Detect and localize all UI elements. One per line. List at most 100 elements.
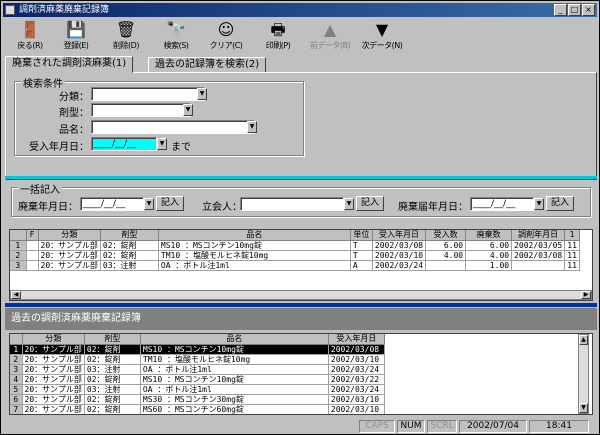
- table-cell: 2002/03/10: [328, 354, 385, 365]
- table-row[interactable]: 1 20：サンプル部 02：錠剤 MS10 ：MSコンチン10mg錠 2002/03/0…: [10, 344, 385, 355]
- name-dropdown-icon[interactable]: ▼: [247, 121, 257, 133]
- clear-button-label: クリア(C): [209, 41, 243, 50]
- next-button-label: 次データ(N): [361, 41, 403, 50]
- print-button-label: 印刷(P): [265, 41, 291, 50]
- tab-disposed[interactable]: 廃棄された調剤済麻薬(1): [5, 56, 134, 73]
- past-records-grid[interactable]: 分類 剤型 品名 受入年月日 1 20：サンプル部 02：錠剤 MS10 ：MSコンチン10…: [9, 333, 593, 415]
- report-fill-button[interactable]: 記入: [546, 196, 574, 211]
- table-cell: 02：錠剤: [84, 344, 141, 355]
- table-cell: MS30 ：MSコンチン30mg錠: [140, 394, 329, 405]
- door-icon: 🚪: [20, 20, 40, 39]
- table-cell: 5: [10, 384, 23, 395]
- print-button[interactable]: 🖶 印刷(P): [255, 20, 301, 56]
- table-cell: TM10 ：塩酸モルヒネ錠10mg: [158, 250, 351, 261]
- table-cell: 11: [564, 240, 580, 251]
- scroll-left-icon[interactable]: ◀: [11, 291, 21, 299]
- receive-date-dropdown-icon[interactable]: ▼: [157, 138, 167, 150]
- table-row[interactable]: 2 20：サンプル部 02：錠剤 TM10 ：塩酸モルヒネ錠10mg T 2002/03/…: [10, 250, 580, 261]
- table-row[interactable]: 2 20：サンプル部 02：錠剤 TM10 ：塩酸モルヒネ錠10mg 2002/03/1…: [10, 354, 385, 365]
- column-header[interactable]: 品名: [140, 334, 329, 345]
- search-button[interactable]: 🔭 検索(S): [153, 20, 199, 56]
- table-cell: 1.00: [465, 260, 513, 271]
- table-cell: 1: [10, 240, 27, 251]
- table-cell: A: [350, 260, 373, 271]
- column-header[interactable]: 単位: [350, 230, 373, 241]
- column-header[interactable]: [10, 230, 27, 241]
- table-cell: 20：サンプル部: [22, 374, 85, 385]
- down-arrow-icon: ▼: [375, 20, 389, 39]
- table-cell: 03：注射: [84, 384, 141, 395]
- delete-button[interactable]: 🗑 削除(D): [103, 20, 149, 56]
- column-header[interactable]: 分類: [38, 230, 101, 241]
- table-cell: 2002/03/08: [328, 344, 385, 355]
- table-cell: 2: [10, 250, 27, 261]
- table-cell: OA ：ボトル注1ml: [158, 260, 351, 271]
- scroll-down-icon[interactable]: ▼: [579, 403, 588, 413]
- back-button-label: 戻る(R): [17, 41, 43, 50]
- table-row[interactable]: 5 20：サンプル部 03：注射 OA ：ボトル注1ml 2002/03/24: [10, 384, 385, 395]
- past-records-vscroll[interactable]: ▲ ▼: [578, 334, 589, 414]
- clear-button[interactable]: ☺ クリア(C): [203, 20, 249, 56]
- name-select[interactable]: [91, 120, 255, 134]
- next-button[interactable]: ▼ 次データ(N): [359, 20, 405, 56]
- column-header[interactable]: F: [26, 230, 39, 241]
- table-cell: T: [350, 250, 373, 261]
- column-header[interactable]: 廃棄数: [465, 230, 513, 241]
- table-cell: 11: [564, 260, 580, 271]
- minimize-button[interactable]: _: [554, 4, 567, 16]
- receive-date-input[interactable]: ____/__/__: [91, 137, 157, 151]
- toolbar: 🚪 戻る(R) 💾 登録(E) 🗑 削除(D) 🔭 検索(S) ☺ クリア(C) 🖶 印刷(P) ▲ 前デ…: [3, 18, 597, 58]
- disposed-grid[interactable]: F 分類 剤型 品名 単位 受入年月日 受入数 廃棄数 調剤年月日 1 1 20：サンプル部 02：錠…: [9, 229, 593, 301]
- category-dropdown-icon[interactable]: ▼: [197, 88, 207, 100]
- table-row[interactable]: 4 20：サンプル部 02：錠剤 MS10 ：MSコンチン10mg錠 2002/03/2…: [10, 374, 385, 385]
- column-header[interactable]: 品名: [158, 230, 351, 241]
- disposal-date-input[interactable]: ____/__/__: [80, 197, 144, 211]
- table-row[interactable]: 6 20：サンプル部 02：錠剤 MS30 ：MSコンチン30mg錠 2002/03/1…: [10, 394, 385, 405]
- form-select[interactable]: [91, 103, 191, 117]
- column-header[interactable]: 受入年月日: [372, 230, 427, 241]
- prev-button[interactable]: ▲ 前データ(B): [307, 20, 353, 56]
- witness-dropdown-icon[interactable]: ▼: [344, 198, 354, 210]
- witness-fill-button[interactable]: 記入: [356, 196, 384, 211]
- column-header[interactable]: 調剤年月日: [511, 230, 566, 241]
- column-header[interactable]: 受入年月日: [328, 334, 385, 345]
- disposed-grid-hscroll[interactable]: ◀ ▶: [10, 290, 592, 300]
- table-cell: MS10 ：MSコンチン10mg錠: [140, 344, 329, 355]
- close-button[interactable]: ×: [582, 4, 595, 16]
- table-row[interactable]: 3 20：サンプル部 03：注射 OA ：ボトル注1ml A 2002/03/24 1.00…: [10, 260, 580, 271]
- table-row[interactable]: 3 20：サンプル部 03：注射 OA ：ボトル注1ml 2002/03/24: [10, 364, 385, 375]
- maximize-button[interactable]: □: [568, 4, 581, 16]
- tab-panel: 検索条件 分類： ▼ 剤型： ▼ 品名： ▼ 受入年月日： ____/__/__…: [5, 72, 597, 180]
- category-select[interactable]: [91, 87, 205, 101]
- column-header[interactable]: 受入数: [425, 230, 467, 241]
- witness-label: 立会人：: [202, 202, 242, 213]
- table-cell: 02：錠剤: [84, 394, 141, 405]
- table-cell: 02：錠剤: [84, 354, 141, 365]
- name-label: 品名：: [59, 125, 89, 136]
- report-date-input[interactable]: ____/__/__: [470, 197, 534, 211]
- column-header[interactable]: 剤型: [84, 334, 141, 345]
- scroll-up-icon[interactable]: ▲: [579, 335, 588, 345]
- scroll-right-icon[interactable]: ▶: [581, 291, 591, 299]
- report-date-dropdown-icon[interactable]: ▼: [534, 198, 544, 210]
- table-cell: 6: [10, 394, 23, 405]
- table-row[interactable]: 7 20：サンプル部 02：錠剤 MS60 ：MSコンチン60mg錠 2002/03/1…: [10, 404, 385, 414]
- main-window: 調剤済麻薬廃棄記録簿 _ □ × 🚪 戻る(R) 💾 登録(E) 🗑 削除(D) 🔭 検索(S…: [0, 0, 600, 435]
- register-button[interactable]: 💾 登録(E): [53, 20, 99, 56]
- column-header[interactable]: 剤型: [100, 230, 159, 241]
- tab-search-past[interactable]: 過去の記録簿を検索(2): [148, 57, 267, 73]
- disposal-date-dropdown-icon[interactable]: ▼: [144, 198, 154, 210]
- column-header[interactable]: [10, 334, 23, 345]
- back-button[interactable]: 🚪 戻る(R): [7, 20, 53, 56]
- witness-select[interactable]: [240, 197, 344, 211]
- table-cell: 2002/03/10: [372, 250, 427, 261]
- register-button-label: 登録(E): [63, 41, 89, 50]
- form-dropdown-icon[interactable]: ▼: [183, 104, 193, 116]
- column-header[interactable]: 1: [564, 230, 580, 241]
- disposal-fill-button[interactable]: 記入: [156, 196, 184, 211]
- table-cell: 20：サンプル部: [22, 344, 85, 355]
- table-row[interactable]: 1 20：サンプル部 02：錠剤 MS10 ：MSコンチン10mg錠 T 2002/03/…: [10, 240, 580, 251]
- column-header[interactable]: 分類: [22, 334, 85, 345]
- search-conditions-group: 検索条件 分類： ▼ 剤型： ▼ 品名： ▼ 受入年月日： ____/__/__…: [14, 75, 304, 156]
- table-cell: TM10 ：塩酸モルヒネ錠10mg: [140, 354, 329, 365]
